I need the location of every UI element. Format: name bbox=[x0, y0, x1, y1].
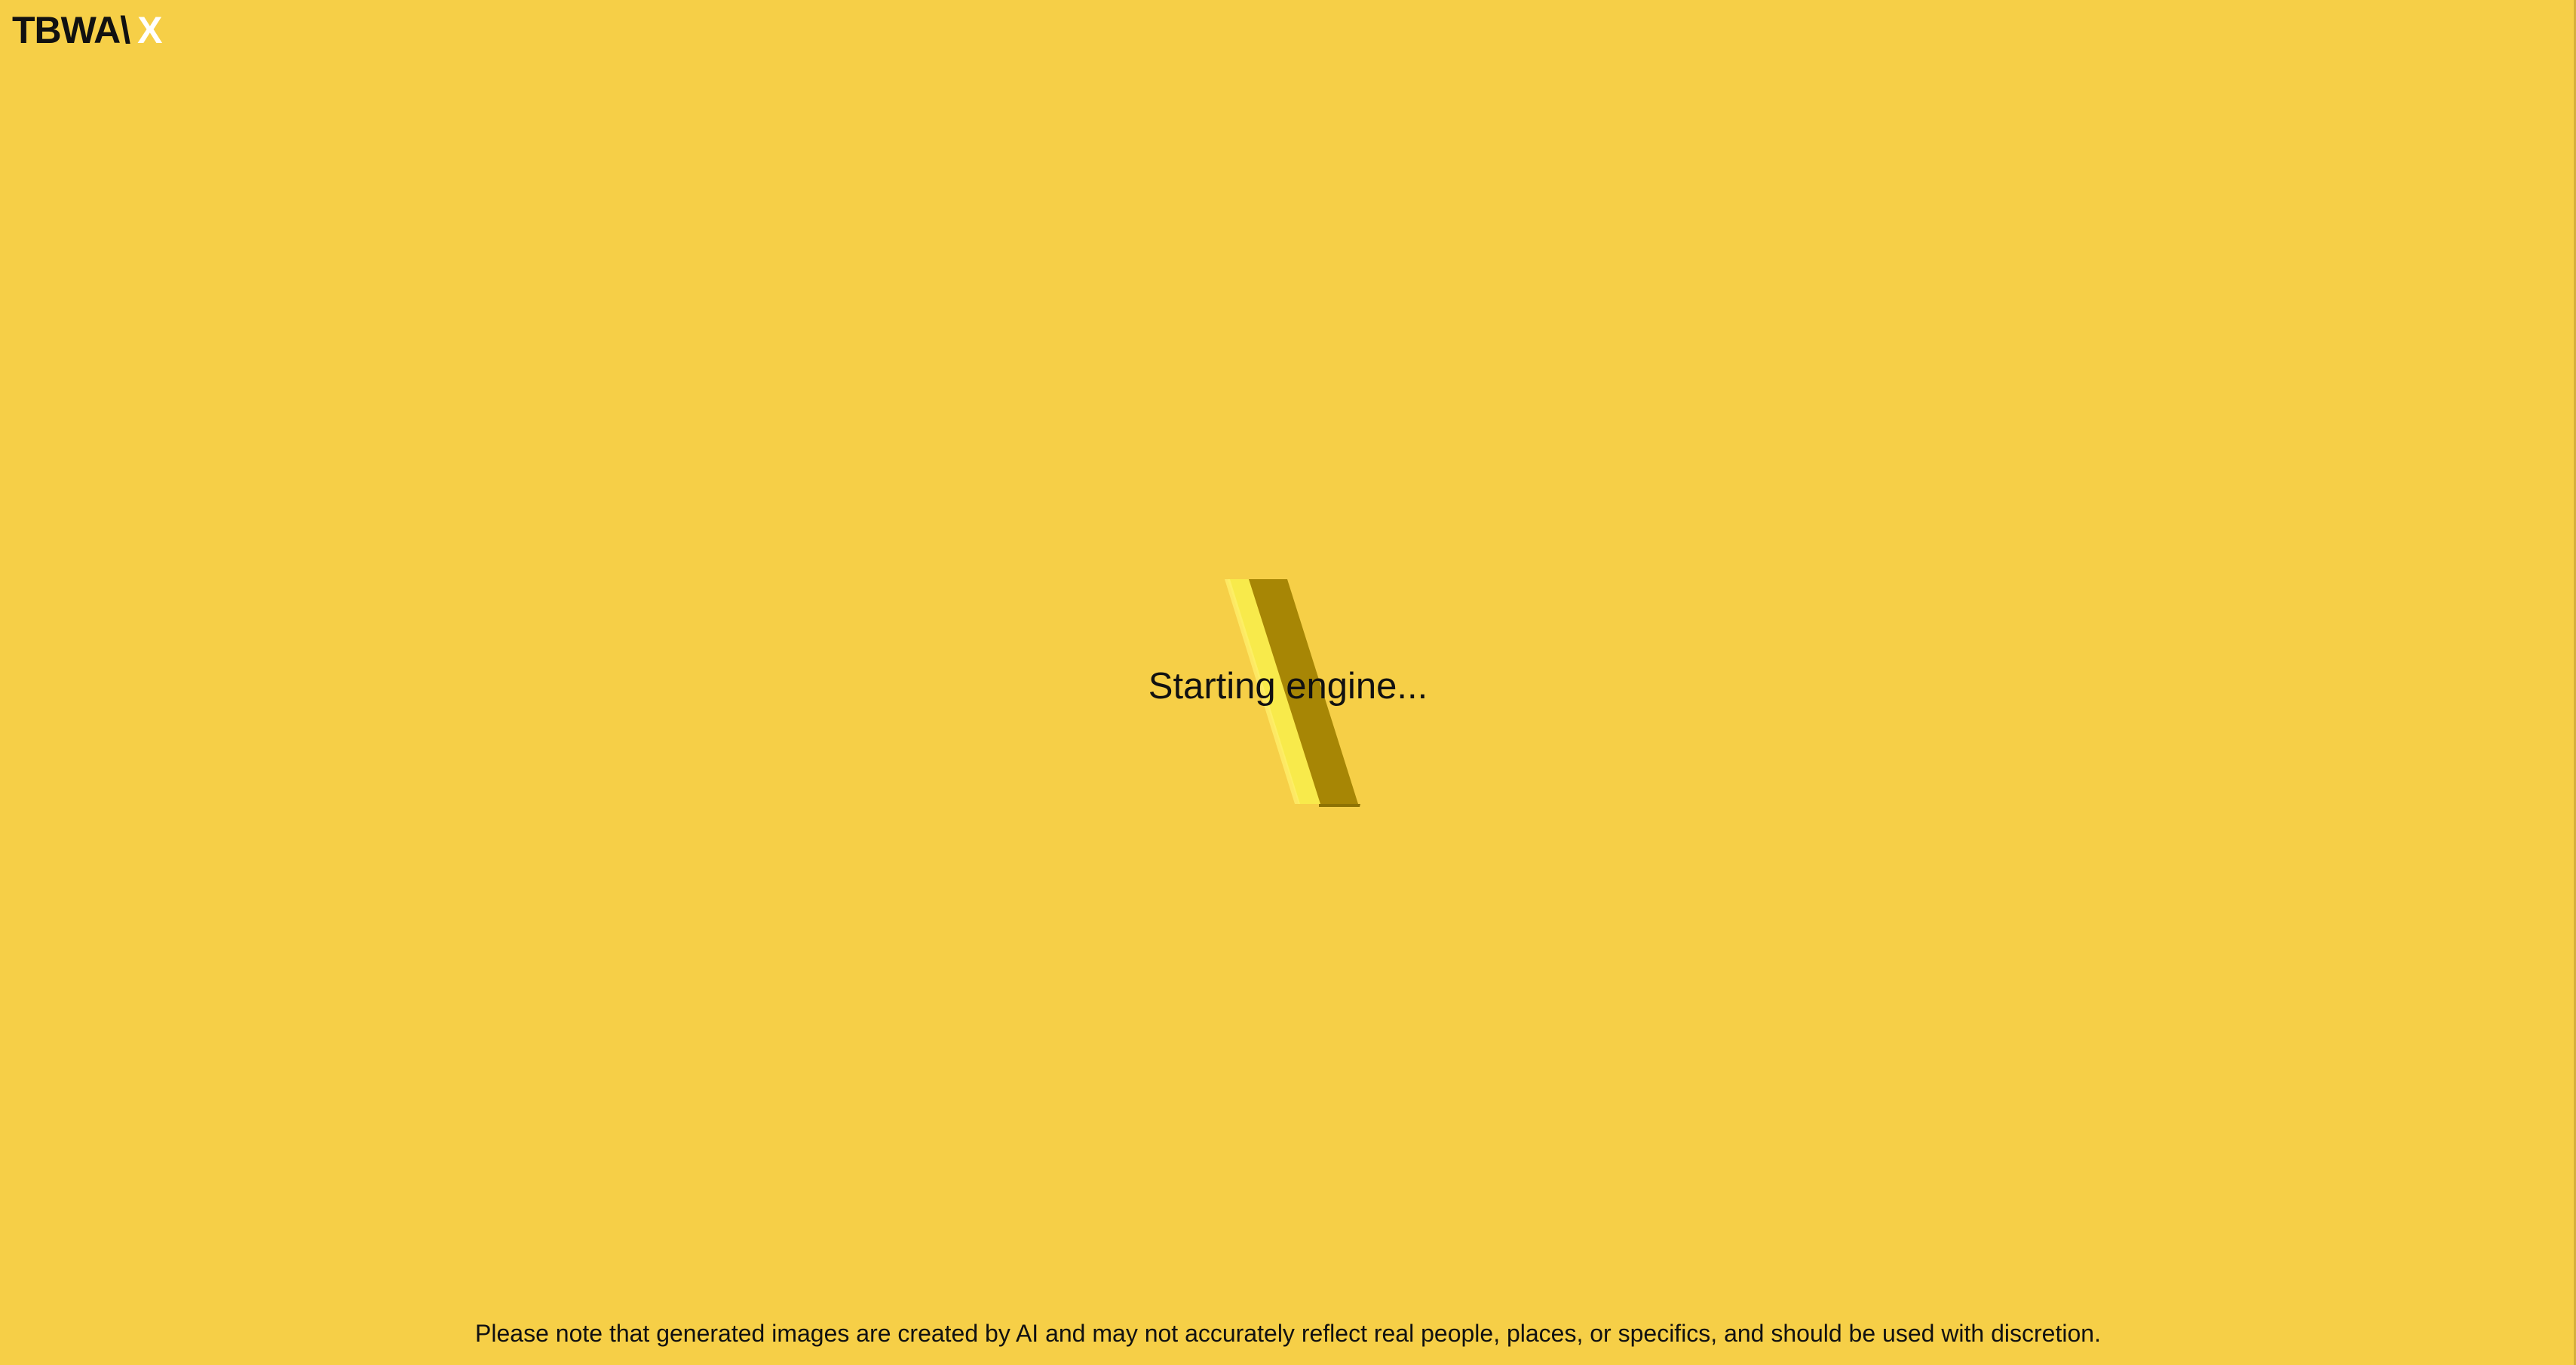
ai-disclaimer: Please note that generated images are cr… bbox=[475, 1320, 2101, 1347]
loading-status-text: Starting engine... bbox=[1148, 666, 1428, 707]
logo-x: X bbox=[137, 9, 162, 51]
brand-logo: TBWA\ X bbox=[12, 8, 162, 53]
logo-mark: TBWA\ bbox=[12, 9, 130, 51]
